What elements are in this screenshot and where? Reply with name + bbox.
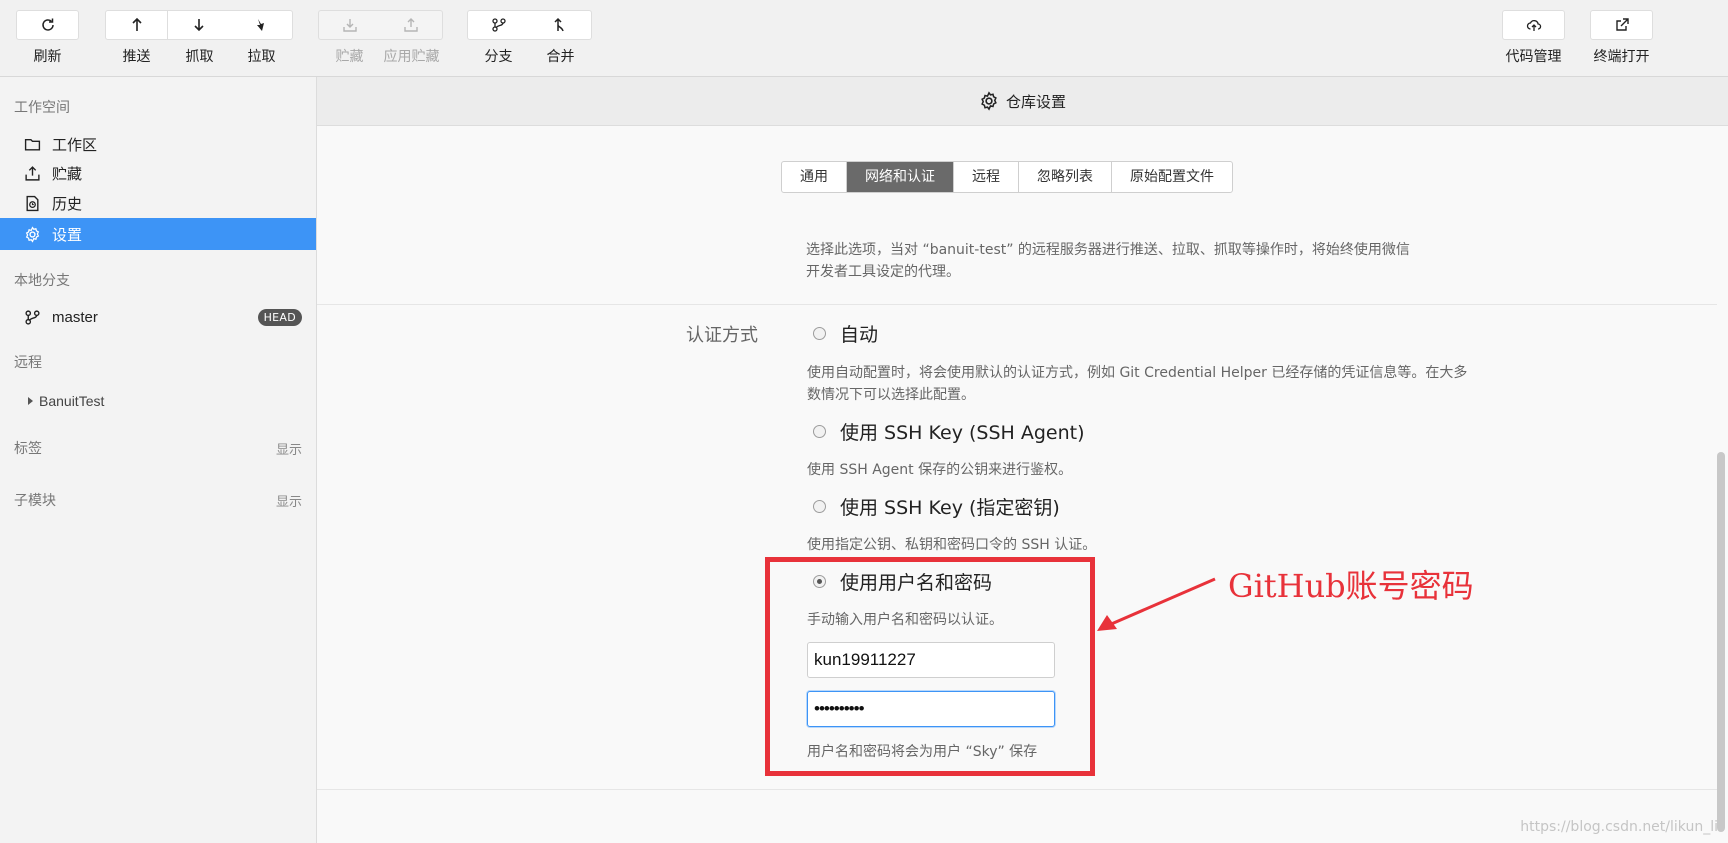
tab-general[interactable]: 通用 (782, 162, 846, 192)
merge-icon (554, 17, 564, 32)
folder-icon (24, 138, 40, 151)
sidebar-item-settings[interactable]: 设置 (0, 218, 316, 250)
auth-option-ssh-agent[interactable]: 使用 SSH Key (SSH Agent) (813, 418, 1085, 445)
refresh-label: 刷新 (33, 49, 62, 65)
remote-title: 远程 (14, 355, 42, 371)
gear-icon (981, 91, 997, 111)
radio-ssh-agent[interactable] (813, 425, 826, 438)
code-manage-button[interactable]: 代码管理 (1502, 10, 1565, 66)
sidebar-item-label: 工作区 (52, 135, 98, 154)
pull-button[interactable]: 拉取 (230, 10, 293, 66)
watermark: https://blog.csdn.net/likun_li (1520, 819, 1718, 835)
branch-button[interactable]: 分支 (467, 10, 530, 66)
gear-icon (25, 225, 39, 243)
sidebar-item-label: 历史 (52, 194, 83, 213)
fetch-icon (194, 19, 204, 32)
code-manage-label: 代码管理 (1505, 49, 1562, 65)
apply-stash-button[interactable]: 应用贮藏 (380, 10, 443, 66)
remote-name: BanuitTest (39, 393, 105, 409)
auth-method-label: 认证方式 (686, 325, 758, 346)
sidebar-item-stash[interactable]: 贮藏 (0, 157, 316, 189)
terminal-open-button[interactable]: 终端打开 (1590, 10, 1653, 66)
refresh-button[interactable]: 刷新 (16, 10, 79, 66)
tab-raw-config[interactable]: 原始配置文件 (1111, 162, 1232, 192)
auth-option-auto[interactable]: 自动 (813, 320, 878, 347)
apply-stash-icon (404, 18, 418, 32)
cloud-upload-icon (1526, 19, 1541, 31)
tab-remote[interactable]: 远程 (953, 162, 1018, 192)
submodule-show-link[interactable]: 显示 (276, 491, 302, 510)
submodule-title: 子模块 (14, 493, 56, 509)
section-divider (317, 304, 1717, 305)
apply-stash-label: 应用贮藏 (383, 49, 440, 65)
toolbar: 刷新 推送 抓取 拉取 贮藏 应用贮藏 分支 合并 代码管理 终端打开 (0, 0, 1728, 77)
radio-ssh-key[interactable] (813, 500, 826, 513)
stash-icon (342, 19, 357, 32)
proxy-description: 选择此选项，当对 “banuit-test” 的远程服务器进行推送、拉取、抓取等… (806, 242, 1410, 280)
auth-auto-description: 使用自动配置时，将会使用默认的认证方式，例如 Git Credential He… (807, 365, 1468, 403)
tags-show-link[interactable]: 显示 (276, 439, 302, 458)
pull-icon (257, 19, 264, 31)
stash-button[interactable]: 贮藏 (318, 10, 381, 66)
repo-settings-header: 仓库设置 (317, 77, 1728, 126)
push-label: 推送 (122, 49, 151, 65)
stash-icon (24, 165, 40, 181)
fetch-button[interactable]: 抓取 (168, 10, 231, 66)
tab-ignore-list[interactable]: 忽略列表 (1018, 162, 1111, 192)
fetch-label: 抓取 (185, 49, 214, 65)
section-divider (317, 789, 1717, 790)
auth-ssh-key-description: 使用指定公钥、私钥和密码口令的 SSH 认证。 (807, 537, 1097, 553)
branch-label: 分支 (484, 49, 513, 65)
annotation-label: GitHub账号密码 (1228, 567, 1474, 605)
external-link-icon (1615, 18, 1629, 31)
terminal-open-label: 终端打开 (1593, 49, 1650, 65)
settings-tabs: 通用 网络和认证 远程 忽略列表 原始配置文件 (781, 161, 1233, 193)
sidebar-item-label: 贮藏 (52, 164, 83, 183)
sidebar: 工作空间 工作区 贮藏 历史 设置 本地分支 master HEAD 远程 Ba… (0, 77, 317, 843)
content-scrollbar[interactable] (1717, 452, 1725, 832)
pull-label: 拉取 (247, 49, 276, 65)
page-title: 仓库设置 (1005, 92, 1066, 111)
branch-icon (24, 309, 40, 325)
local-branches-title: 本地分支 (14, 273, 70, 289)
push-button[interactable]: 推送 (105, 10, 168, 66)
merge-button[interactable]: 合并 (529, 10, 592, 66)
tags-title: 标签 (14, 441, 42, 457)
refresh-icon (41, 18, 54, 31)
sidebar-item-workspace[interactable]: 工作区 (0, 128, 316, 160)
push-icon (131, 17, 142, 31)
branch-icon (491, 18, 506, 32)
tab-network-auth[interactable]: 网络和认证 (846, 162, 953, 192)
annotation-highlight-box (765, 557, 1095, 776)
branch-item-master[interactable]: master HEAD (0, 301, 316, 333)
remote-item-banuittest[interactable]: BanuitTest (0, 385, 316, 417)
annotation-arrow (1097, 577, 1216, 631)
caret-right-icon (28, 397, 33, 405)
workspace-title: 工作空间 (14, 100, 70, 116)
merge-label: 合并 (546, 49, 575, 65)
stash-label: 贮藏 (335, 49, 364, 65)
sidebar-item-label: 设置 (52, 225, 83, 244)
sidebar-item-history[interactable]: 历史 (0, 187, 316, 219)
auth-ssh-agent-description: 使用 SSH Agent 保存的公钥来进行鉴权。 (807, 462, 1073, 478)
auth-option-ssh-key[interactable]: 使用 SSH Key (指定密钥) (813, 493, 1060, 520)
radio-auto[interactable] (813, 327, 826, 340)
branch-name: master (52, 308, 98, 326)
head-badge: HEAD (257, 308, 302, 326)
history-icon (25, 195, 39, 211)
